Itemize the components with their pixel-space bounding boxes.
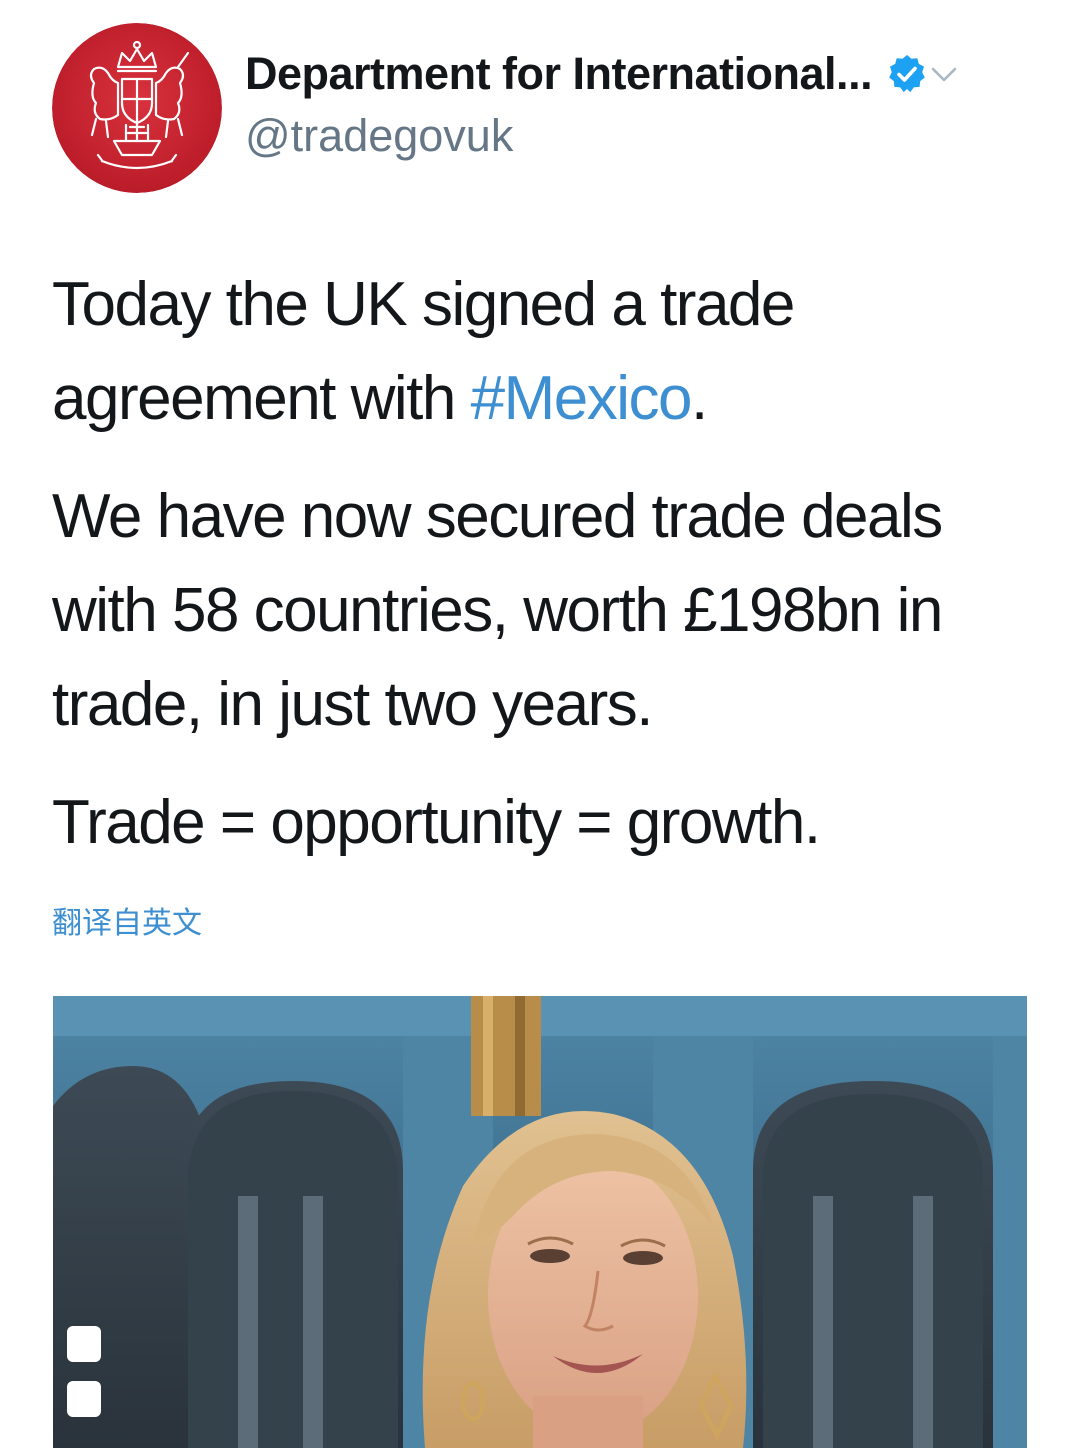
video-thumbnail [53, 996, 1027, 1448]
hashtag-link[interactable]: #Mexico [471, 364, 693, 433]
tweet-text-segment: . [691, 364, 708, 433]
tweet-paragraph-3: Trade = opportunity = growth. [52, 788, 821, 857]
author-name-row: Department for International... [245, 48, 960, 100]
tweet-card: Department for International... @tradego… [0, 0, 1080, 1448]
tweet-media-video[interactable] [53, 996, 1027, 1448]
chevron-down-icon[interactable] [928, 58, 960, 90]
translate-link[interactable]: 翻译自英文 [52, 898, 202, 942]
tweet-text: Today the UK signed a trade agreement wi… [52, 258, 1042, 870]
verified-badge-icon [886, 53, 928, 95]
author-handle[interactable]: @tradegovuk [245, 110, 513, 162]
tweet-paragraph-2: We have now secured trade deals with 58 … [52, 482, 943, 739]
avatar[interactable] [52, 23, 222, 193]
author-display-name[interactable]: Department for International... [245, 48, 873, 100]
royal-crest-icon [52, 23, 222, 193]
tweet-paragraph-1: Today the UK signed a trade agreement wi… [52, 258, 1042, 446]
